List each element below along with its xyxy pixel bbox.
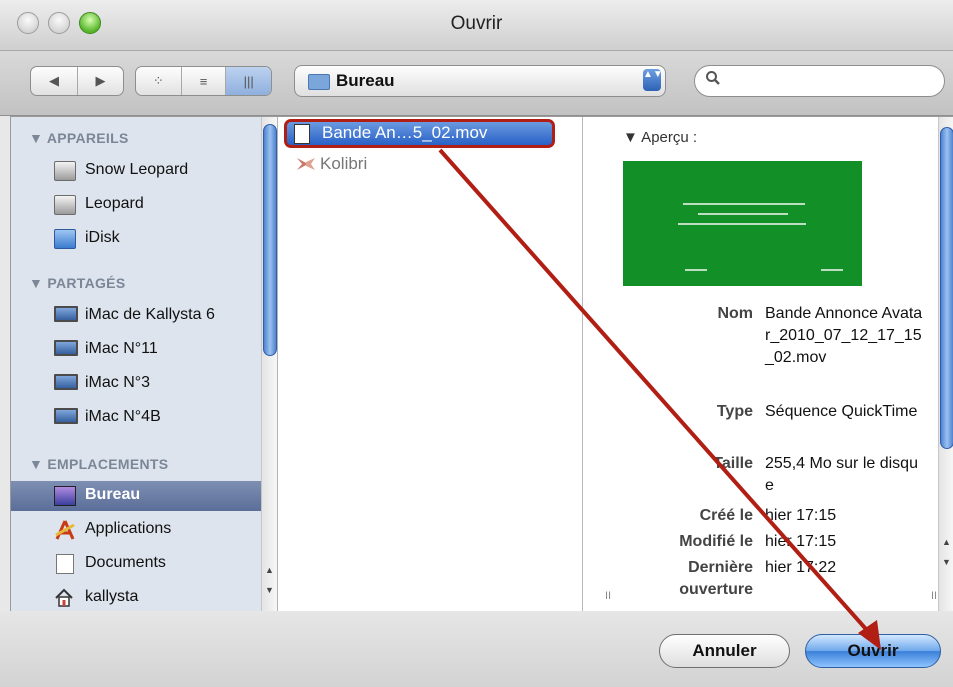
desktop-icon [54, 486, 76, 506]
scroll-down-icon[interactable]: ▼ [942, 557, 951, 567]
sidebar-item-imac-3[interactable]: iMac N°3 [11, 369, 261, 399]
file-row-selected[interactable]: Bande An…5_02.mov [284, 119, 555, 148]
search-field[interactable] [694, 65, 945, 97]
field-key: Type [716, 403, 753, 420]
sidebar-item-label: kallysta [85, 588, 139, 605]
search-icon [705, 70, 721, 91]
document-icon [56, 554, 74, 574]
cancel-button[interactable]: Annuler [659, 634, 790, 668]
field-key: Modifié le [679, 533, 753, 550]
sidebar-item-label: Leopard [85, 195, 144, 212]
view-mode-control: ⁘ ≡ ||| [135, 66, 272, 96]
sidebar-scrollbar[interactable]: ▲ ▼ [261, 117, 277, 611]
field-value: 255,4 Mo sur le disque [765, 455, 918, 494]
sidebar: ▼ APPAREILS Snow Leopard Leopard iDisk ▼… [11, 117, 278, 611]
column-view-button[interactable]: ||| [226, 67, 271, 95]
toolbar: ◀ ▶ ⁘ ≡ ||| Bureau ▲▼ [0, 51, 953, 116]
preview-column: ▼ Aperçu : Nom Bande Annonce Avatar_2010… [583, 117, 943, 611]
list-view-button[interactable]: ≡ [182, 67, 227, 95]
sidebar-item-label: Documents [85, 554, 166, 571]
section-shared[interactable]: ▼ PARTAGÉS [29, 275, 125, 291]
section-devices[interactable]: ▼ APPAREILS [29, 130, 129, 146]
popup-arrows-icon: ▲▼ [643, 69, 663, 91]
imac-icon [54, 408, 78, 424]
title-bar: Ouvrir [0, 0, 953, 51]
imac-icon [54, 306, 78, 322]
open-button[interactable]: Ouvrir [805, 634, 941, 668]
sidebar-item-bureau[interactable]: Bureau [11, 481, 261, 511]
sidebar-scroll-thumb[interactable] [263, 124, 277, 356]
sidebar-item-label: Applications [85, 520, 172, 537]
window-title: Ouvrir [450, 13, 503, 34]
sidebar-item-label: iMac N°3 [85, 374, 151, 391]
idisk-icon [54, 229, 76, 249]
sidebar-item-imac-11[interactable]: iMac N°11 [11, 335, 261, 365]
sidebar-item-imac-4b[interactable]: iMac N°4B [11, 403, 261, 433]
sidebar-item-label: iMac N°11 [85, 340, 158, 357]
field-key: Taille [713, 455, 753, 472]
preview-scroll-thumb[interactable] [940, 127, 953, 449]
scroll-up-icon[interactable]: ▲ [942, 537, 951, 547]
hard-disk-icon [54, 161, 76, 181]
section-places[interactable]: ▼ EMPLACEMENTS [29, 456, 168, 472]
back-forward-control: ◀ ▶ [30, 66, 124, 96]
location-popup[interactable]: Bureau ▲▼ [294, 65, 666, 97]
icon-view-button[interactable]: ⁘ [136, 67, 182, 95]
sidebar-item-label: iMac N°4B [85, 408, 161, 425]
sidebar-item-leopard[interactable]: Leopard [11, 190, 261, 220]
open-dialog-window: Ouvrir ◀ ▶ ⁘ ≡ ||| Bureau ▲▼ ▼ APPAREILS [0, 0, 953, 687]
file-name: Bande An…5_02.mov [322, 123, 488, 142]
field-key: Créé le [699, 507, 753, 524]
applications-icon [54, 520, 75, 540]
field-key: Nom [717, 305, 753, 322]
sidebar-item-label: iDisk [85, 229, 120, 246]
location-label: Bureau [336, 71, 395, 90]
scroll-down-icon[interactable]: ▼ [265, 585, 274, 595]
field-value: hier 17:15 [765, 533, 837, 550]
folder-icon [308, 74, 330, 90]
field-value: hier 17:22 [765, 559, 837, 576]
back-button[interactable]: ◀ [31, 67, 78, 95]
field-value: Bande Annonce Avatar_2010_07_12_17_15_02… [765, 305, 923, 366]
file-browser: ▼ APPAREILS Snow Leopard Leopard iDisk ▼… [10, 116, 953, 612]
sidebar-item-snow-leopard[interactable]: Snow Leopard [11, 156, 261, 186]
field-value: Séquence QuickTime [765, 403, 918, 420]
preview-header[interactable]: ▼ Aperçu : [623, 129, 697, 146]
forward-button[interactable]: ▶ [78, 67, 123, 95]
button-bar: Annuler Ouvrir [0, 611, 953, 687]
imac-icon [54, 340, 78, 356]
file-row[interactable]: Kolibri [282, 151, 567, 177]
sidebar-item-idisk[interactable]: iDisk [11, 224, 261, 254]
sidebar-item-label: Snow Leopard [85, 161, 189, 178]
column-resize-handle[interactable]: II [931, 590, 937, 602]
kolibri-app-icon [296, 156, 316, 177]
field-value: hier 17:15 [765, 507, 837, 524]
preview-scrollbar[interactable]: ▲ ▼ [938, 117, 953, 611]
sidebar-item-label: iMac de Kallysta 6 [85, 306, 215, 323]
scroll-up-icon[interactable]: ▲ [265, 565, 274, 575]
sidebar-item-label: Bureau [85, 486, 141, 503]
file-column: Bande An…5_02.mov Kolibri II [278, 117, 611, 611]
movie-file-icon [294, 124, 310, 144]
home-icon [54, 588, 74, 607]
sidebar-item-imac-kallysta-6[interactable]: iMac de Kallysta 6 [11, 301, 261, 331]
hard-disk-icon [54, 195, 76, 215]
sidebar-item-applications[interactable]: Applications [11, 515, 261, 545]
file-name: Kolibri [320, 154, 368, 173]
imac-icon [54, 374, 78, 390]
sidebar-item-kallysta[interactable]: kallysta [11, 583, 261, 611]
preview-thumbnail [623, 161, 862, 286]
sidebar-item-documents[interactable]: Documents [11, 549, 261, 579]
field-key: Dernière ouverture [679, 559, 753, 598]
